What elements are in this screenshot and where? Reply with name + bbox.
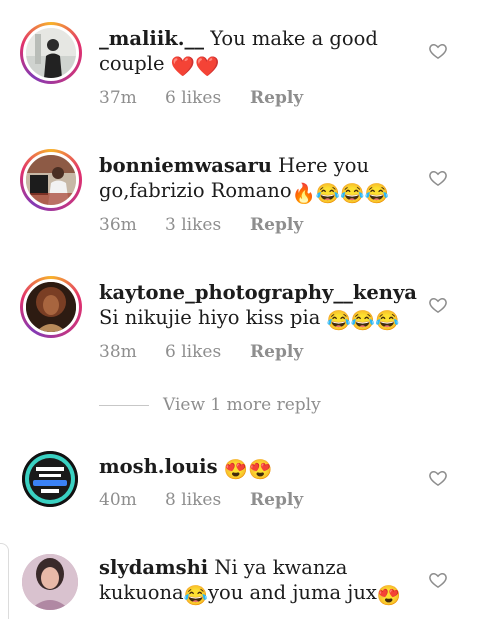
comment-username[interactable]: mosh.louis	[99, 455, 218, 478]
heart-eyes-emoji: 😍	[376, 584, 402, 607]
heart-outline-icon[interactable]	[428, 41, 448, 61]
heart-emoji: ❤️	[194, 55, 220, 78]
comment-username[interactable]: bonniemwasaru	[99, 154, 272, 177]
avatar[interactable]	[22, 451, 78, 507]
fire-emoji: 🔥	[291, 182, 316, 205]
comment-text: _maliik.__ You make a good couple ❤️❤️	[99, 26, 417, 79]
heart-eyes-emoji: 😍	[223, 458, 249, 481]
comment-body: you and juma jux	[207, 581, 377, 604]
laughing-emoji: 😂	[350, 309, 376, 332]
comment-meta: 40m 8 likes Reply	[99, 490, 303, 510]
comment-meta: 38m 6 likes Reply	[99, 342, 303, 362]
heart-emoji: ❤️	[170, 55, 195, 78]
comment-username[interactable]: slydamshi	[99, 556, 208, 579]
reply-button[interactable]: Reply	[250, 490, 303, 510]
comment-body: Si nikujie hiyo kiss pia	[99, 306, 321, 329]
heart-eyes-emoji: 😍	[248, 458, 273, 481]
comment-meta: 37m 6 likes Reply	[99, 88, 303, 108]
heart-outline-icon[interactable]	[428, 570, 448, 590]
reply-button[interactable]: Reply	[250, 215, 303, 235]
comment-text: kaytone_photography__kenya Si nikujie hi…	[99, 280, 417, 333]
comment-time: 36m	[99, 215, 137, 235]
comment-time: 38m	[99, 342, 137, 362]
laughing-emoji: 😂	[315, 182, 341, 205]
divider-line	[99, 404, 149, 406]
avatar[interactable]	[20, 22, 82, 84]
heart-outline-icon[interactable]	[428, 468, 448, 488]
comment-likes[interactable]: 6 likes	[165, 342, 250, 362]
view-more-replies[interactable]: View 1 more reply	[99, 395, 321, 415]
reply-button[interactable]: Reply	[250, 342, 303, 362]
avatar[interactable]	[22, 554, 78, 610]
reply-button[interactable]: Reply	[250, 88, 303, 108]
comment-time: 40m	[99, 490, 137, 510]
comment-text: slydamshi Ni ya kwanza kukuona😂you and j…	[99, 555, 417, 608]
comment-time: 37m	[99, 88, 137, 108]
view-more-label[interactable]: View 1 more reply	[163, 395, 321, 415]
avatar[interactable]	[20, 276, 82, 338]
laughing-emoji: 😂	[183, 584, 208, 607]
laughing-emoji: 😂	[364, 182, 389, 205]
avatar[interactable]	[20, 149, 82, 211]
comment-text: bonniemwasaru Here you go,fabrizio Roman…	[99, 153, 417, 206]
laughing-emoji: 😂	[340, 182, 365, 205]
laughing-emoji: 😂	[375, 309, 400, 332]
heart-outline-icon[interactable]	[428, 168, 448, 188]
heart-outline-icon[interactable]	[428, 295, 448, 315]
comment-likes[interactable]: 6 likes	[165, 88, 250, 108]
comment-likes[interactable]: 3 likes	[165, 215, 250, 235]
comment-text: mosh.louis 😍😍	[99, 454, 417, 482]
comment-likes[interactable]: 8 likes	[165, 490, 250, 510]
comment-username[interactable]: kaytone_photography__kenya	[99, 281, 417, 304]
comment-username[interactable]: _maliik.__	[99, 27, 204, 50]
edge-indicator	[0, 543, 9, 619]
comment-meta: 36m 3 likes Reply	[99, 215, 303, 235]
laughing-emoji: 😂	[326, 309, 351, 332]
